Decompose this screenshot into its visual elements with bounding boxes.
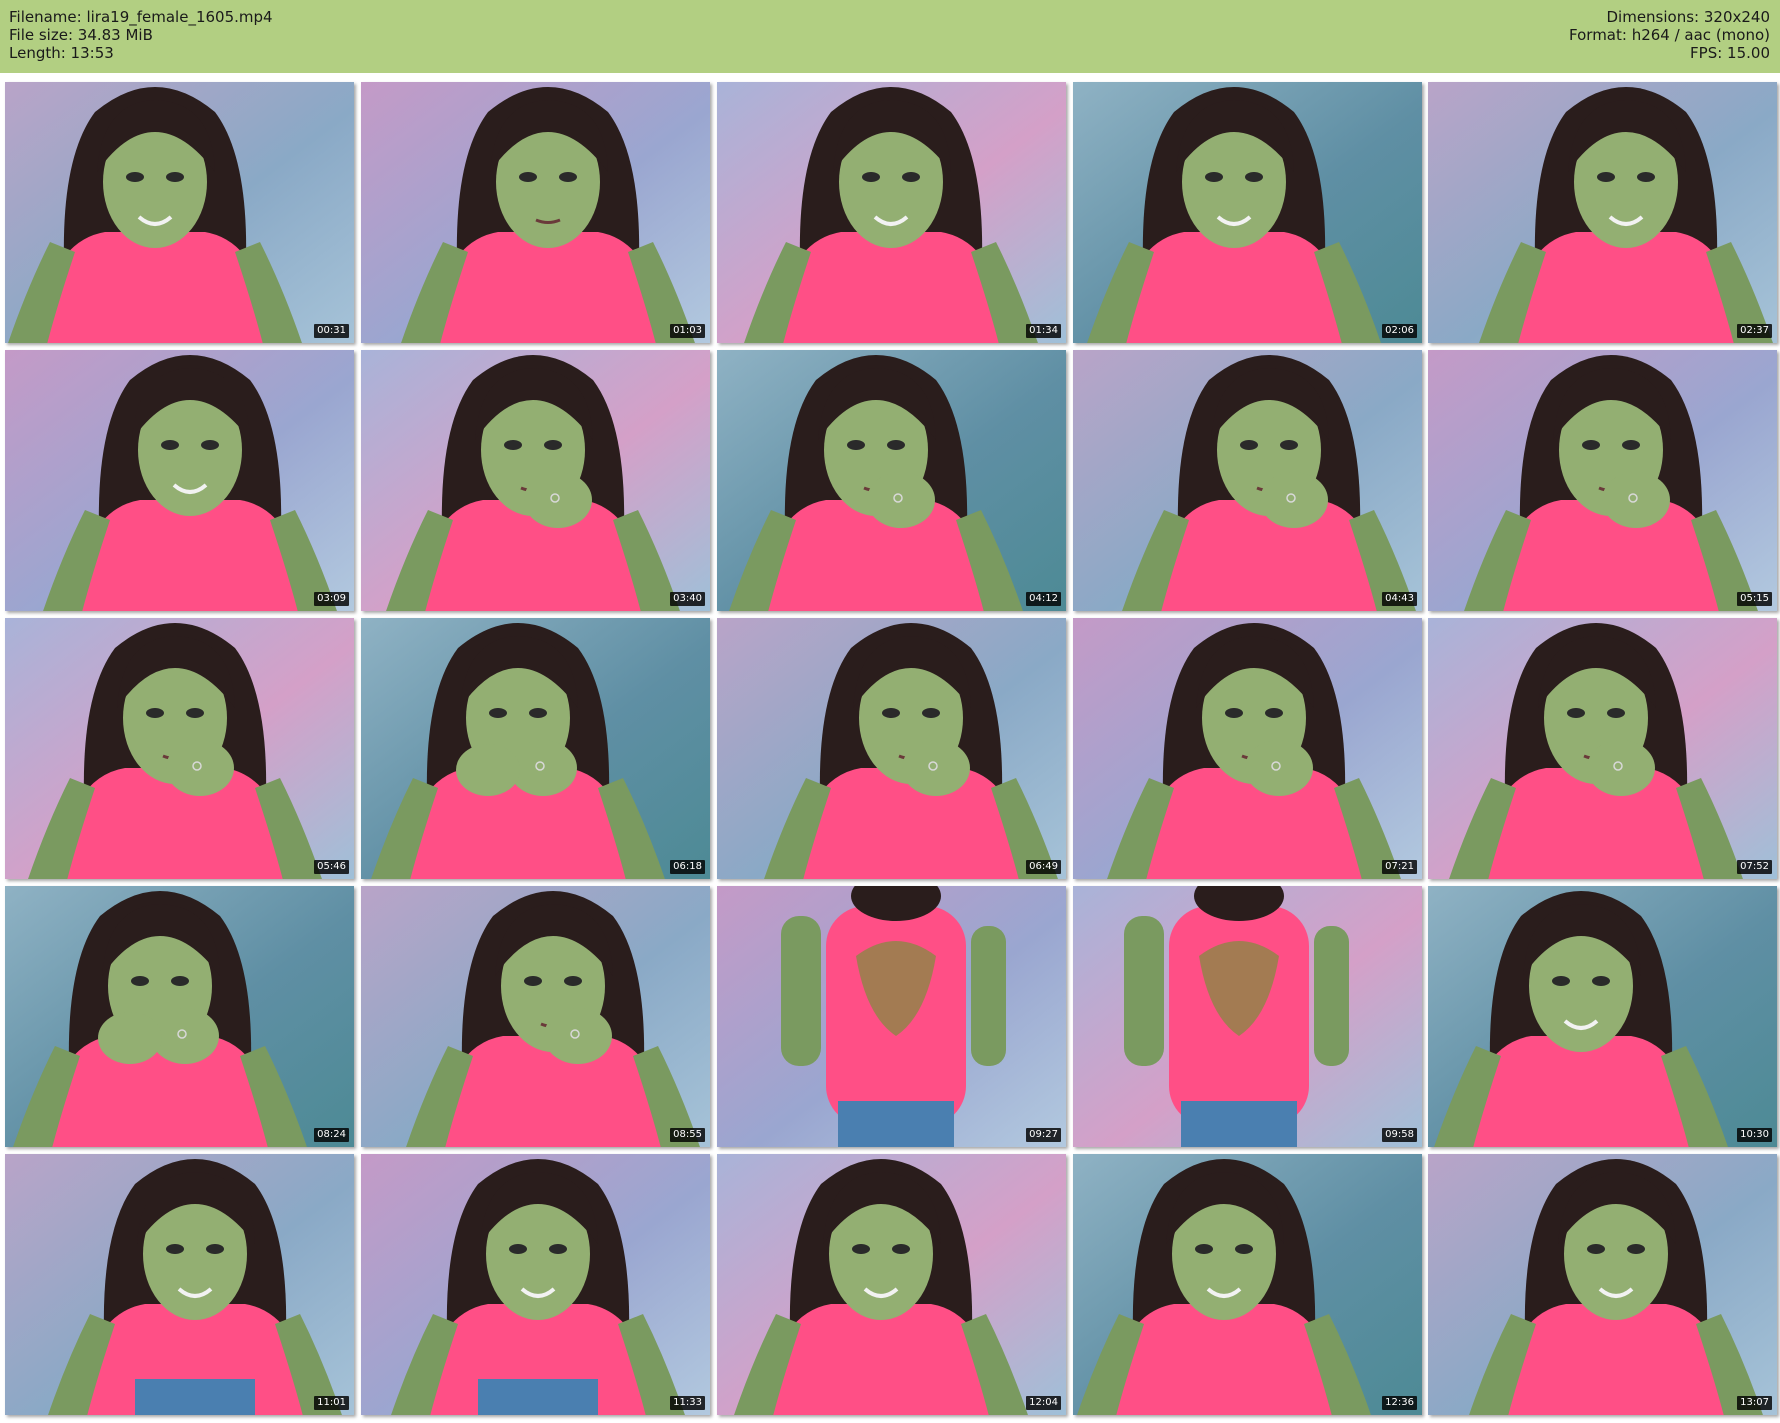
thumbnail-frame bbox=[717, 350, 1066, 611]
thumbnail-frame bbox=[717, 886, 1066, 1147]
thumbnail-frame bbox=[1073, 618, 1422, 879]
video-thumbnail: 09:58 bbox=[1073, 886, 1422, 1147]
timestamp-label: 04:43 bbox=[1382, 592, 1417, 606]
video-thumbnail: 03:09 bbox=[5, 350, 354, 611]
thumbnail-frame bbox=[1073, 1154, 1422, 1415]
video-thumbnail: 05:46 bbox=[5, 618, 354, 879]
video-thumbnail: 10:30 bbox=[1428, 886, 1777, 1147]
timestamp-label: 11:01 bbox=[314, 1396, 349, 1410]
length-text: Length: 13:53 bbox=[9, 44, 114, 62]
video-thumbnail: 08:55 bbox=[361, 886, 710, 1147]
timestamp-label: 05:15 bbox=[1737, 592, 1772, 606]
timestamp-label: 04:12 bbox=[1026, 592, 1061, 606]
thumbnail-frame bbox=[1073, 886, 1422, 1147]
video-thumbnail: 11:01 bbox=[5, 1154, 354, 1415]
video-thumbnail: 00:31 bbox=[5, 82, 354, 343]
thumbnail-frame bbox=[717, 618, 1066, 879]
video-thumbnail: 07:21 bbox=[1073, 618, 1422, 879]
thumbnail-frame bbox=[5, 618, 354, 879]
timestamp-label: 07:21 bbox=[1382, 860, 1417, 874]
timestamp-label: 09:58 bbox=[1382, 1128, 1417, 1142]
video-thumbnail: 04:43 bbox=[1073, 350, 1422, 611]
timestamp-label: 03:40 bbox=[670, 592, 705, 606]
timestamp-label: 06:49 bbox=[1026, 860, 1061, 874]
timestamp-label: 02:06 bbox=[1382, 324, 1417, 338]
fps-text: FPS: 15.00 bbox=[1690, 44, 1770, 62]
timestamp-label: 09:27 bbox=[1026, 1128, 1061, 1142]
video-thumbnail: 13:07 bbox=[1428, 1154, 1777, 1415]
video-thumbnail: 07:52 bbox=[1428, 618, 1777, 879]
thumbnail-frame bbox=[5, 350, 354, 611]
timestamp-label: 12:36 bbox=[1382, 1396, 1417, 1410]
thumbnail-frame bbox=[5, 886, 354, 1147]
thumbnail-frame bbox=[361, 1154, 710, 1415]
thumbnail-frame bbox=[5, 1154, 354, 1415]
video-thumbnail: 05:15 bbox=[1428, 350, 1777, 611]
timestamp-label: 03:09 bbox=[314, 592, 349, 606]
timestamp-label: 12:04 bbox=[1026, 1396, 1061, 1410]
timestamp-label: 01:03 bbox=[670, 324, 705, 338]
video-thumbnail: 06:18 bbox=[361, 618, 710, 879]
video-thumbnail: 06:49 bbox=[717, 618, 1066, 879]
timestamp-label: 10:30 bbox=[1737, 1128, 1772, 1142]
thumbnail-frame bbox=[5, 82, 354, 343]
video-thumbnail: 02:37 bbox=[1428, 82, 1777, 343]
timestamp-label: 01:34 bbox=[1026, 324, 1061, 338]
thumbnail-frame bbox=[1428, 350, 1777, 611]
video-thumbnail: 12:36 bbox=[1073, 1154, 1422, 1415]
video-thumbnail: 01:03 bbox=[361, 82, 710, 343]
thumbnail-frame bbox=[1428, 618, 1777, 879]
dimensions-text: Dimensions: 320x240 bbox=[1606, 8, 1770, 26]
video-thumbnail: 02:06 bbox=[1073, 82, 1422, 343]
filename-text: Filename: lira19_female_1605.mp4 bbox=[9, 8, 273, 26]
video-thumbnail: 12:04 bbox=[717, 1154, 1066, 1415]
media-info: Dimensions: 320x240 Format: h264 / aac (… bbox=[1569, 8, 1770, 62]
timestamp-label: 13:07 bbox=[1737, 1396, 1772, 1410]
format-text: Format: h264 / aac (mono) bbox=[1569, 26, 1770, 44]
video-thumbnail: 03:40 bbox=[361, 350, 710, 611]
timestamp-label: 08:55 bbox=[670, 1128, 705, 1142]
thumbnail-frame bbox=[361, 350, 710, 611]
timestamp-label: 11:33 bbox=[670, 1396, 705, 1410]
thumbnail-frame bbox=[361, 886, 710, 1147]
video-thumbnail: 11:33 bbox=[361, 1154, 710, 1415]
timestamp-label: 02:37 bbox=[1737, 324, 1772, 338]
thumbnail-frame bbox=[361, 82, 710, 343]
timestamp-label: 05:46 bbox=[314, 860, 349, 874]
timestamp-label: 07:52 bbox=[1737, 860, 1772, 874]
video-thumbnail: 08:24 bbox=[5, 886, 354, 1147]
thumbnail-frame bbox=[1428, 886, 1777, 1147]
timestamp-label: 06:18 bbox=[670, 860, 705, 874]
video-thumbnail: 01:34 bbox=[717, 82, 1066, 343]
thumbnail-frame bbox=[717, 82, 1066, 343]
thumbnail-frame bbox=[1073, 82, 1422, 343]
thumbnail-frame bbox=[1428, 1154, 1777, 1415]
timestamp-label: 00:31 bbox=[314, 324, 349, 338]
timestamp-label: 08:24 bbox=[314, 1128, 349, 1142]
video-thumbnail: 04:12 bbox=[717, 350, 1066, 611]
filesize-text: File size: 34.83 MiB bbox=[9, 26, 153, 44]
info-header: Filename: lira19_female_1605.mp4 File si… bbox=[0, 0, 1780, 73]
thumbnail-frame bbox=[1073, 350, 1422, 611]
video-thumbnail: 09:27 bbox=[717, 886, 1066, 1147]
thumbnail-frame bbox=[1428, 82, 1777, 343]
file-info: Filename: lira19_female_1605.mp4 File si… bbox=[9, 8, 273, 62]
thumbnail-frame bbox=[717, 1154, 1066, 1415]
thumbnail-frame bbox=[361, 618, 710, 879]
